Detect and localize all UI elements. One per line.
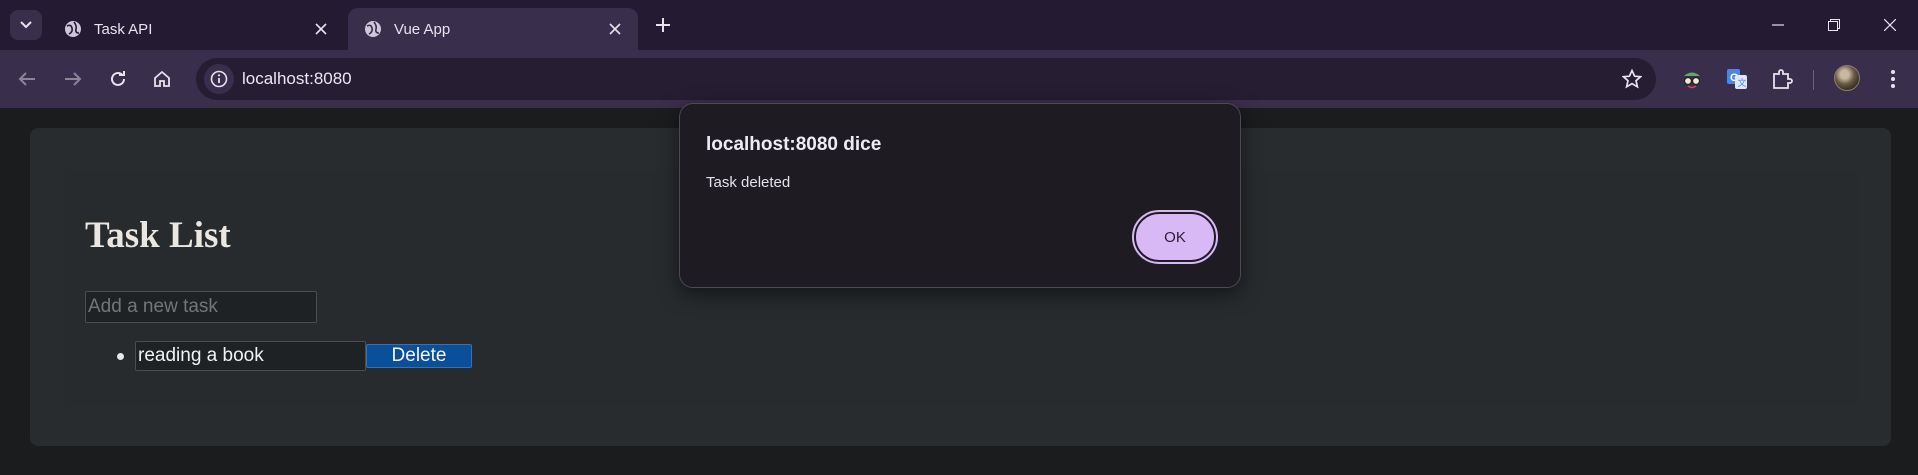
spy-extension-button[interactable] [1675, 62, 1709, 96]
puzzle-icon [1773, 69, 1793, 89]
restore-window-button[interactable] [1816, 10, 1852, 40]
alert-dialog: localhost:8080 dice Task deleted OK [679, 103, 1241, 288]
url-text[interactable]: localhost:8080 [242, 69, 352, 89]
google-translate-button[interactable]: G文 [1720, 62, 1754, 96]
close-window-button[interactable] [1872, 10, 1908, 40]
profile-avatar[interactable] [1834, 65, 1860, 91]
globe-icon [65, 21, 81, 37]
google-translate-icon: G文 [1727, 69, 1747, 89]
back-button[interactable] [10, 62, 44, 96]
close-tab-icon[interactable] [312, 20, 330, 38]
tab-vue-app[interactable]: Vue App [348, 8, 638, 50]
tab-title: Task API [94, 20, 153, 38]
bookmark-button[interactable] [1620, 67, 1644, 91]
tab-search-button[interactable] [10, 10, 42, 40]
address-bar[interactable]: localhost:8080 [196, 58, 1656, 100]
svg-text:文: 文 [1738, 77, 1747, 88]
extensions-button[interactable] [1765, 62, 1799, 96]
info-icon [210, 70, 228, 88]
tab-task-api[interactable]: Task API [48, 8, 344, 50]
plus-icon [656, 18, 670, 32]
forward-icon [65, 72, 82, 86]
star-icon [1622, 69, 1642, 89]
spy-extension-icon [1683, 72, 1701, 89]
toolbar-separator [1813, 70, 1814, 90]
home-icon [154, 70, 170, 87]
browser-menu-button[interactable] [1876, 62, 1910, 96]
tab-title: Vue App [394, 20, 451, 38]
minimize-window-button[interactable] [1760, 10, 1796, 40]
browser-toolbar: localhost:8080 G文 [0, 50, 1918, 108]
dialog-ok-button[interactable]: OK [1132, 210, 1218, 264]
minimize-icon [1772, 24, 1784, 26]
dialog-title: localhost:8080 dice [706, 134, 882, 155]
reload-icon [111, 71, 125, 86]
kebab-menu-icon [1891, 70, 1895, 88]
chevron-down-icon [20, 21, 32, 29]
restore-icon [1828, 19, 1840, 31]
back-icon [18, 72, 35, 86]
close-tab-icon[interactable] [606, 20, 624, 38]
task-text-input[interactable] [135, 341, 366, 371]
page-title: Task List [85, 215, 231, 256]
forward-button[interactable] [56, 62, 90, 96]
home-button[interactable] [145, 62, 179, 96]
list-bullet [117, 353, 124, 360]
close-icon [1884, 19, 1896, 31]
reload-button[interactable] [101, 62, 135, 96]
site-info-button[interactable] [204, 64, 234, 94]
new-task-input[interactable] [85, 291, 317, 323]
dialog-message: Task deleted [706, 174, 791, 191]
tab-strip: Task API Vue App [0, 0, 1918, 50]
new-tab-button[interactable] [648, 10, 678, 40]
delete-task-button[interactable]: Delete [366, 344, 472, 368]
globe-icon [365, 21, 381, 37]
